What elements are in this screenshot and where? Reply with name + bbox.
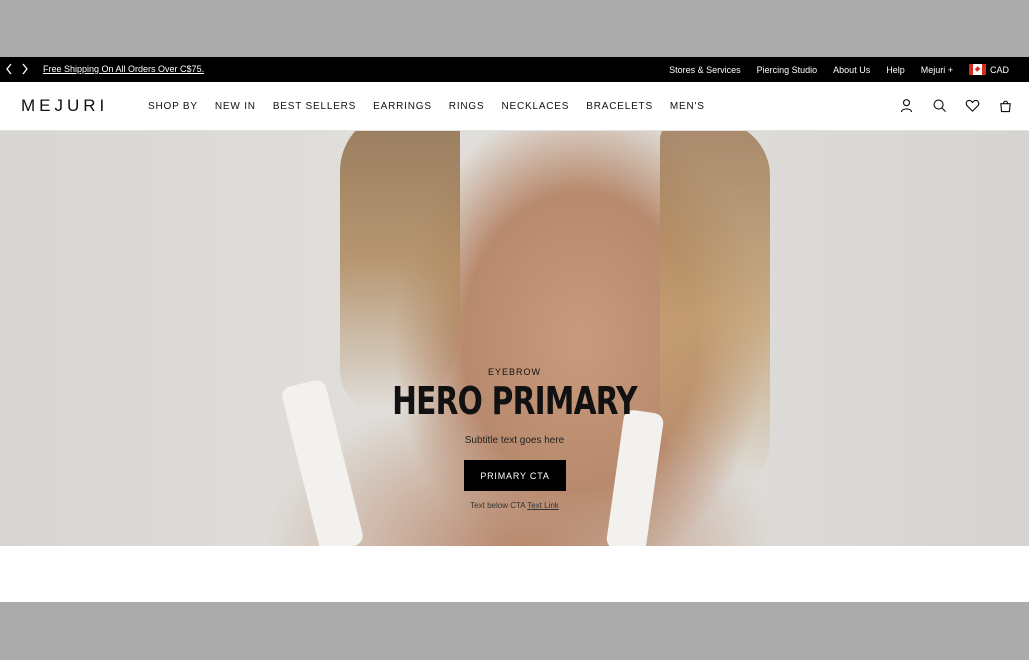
account-icon[interactable] — [899, 98, 914, 113]
main-header: MEJURI SHOP BY NEW IN BEST SELLERS EARRI… — [0, 82, 1029, 131]
hero-eyebrow: EYEBROW — [487, 367, 541, 377]
brand-logo[interactable]: MEJURI — [21, 96, 108, 116]
util-link-stores-services[interactable]: Stores & Services — [669, 65, 741, 75]
util-link-piercing-studio[interactable]: Piercing Studio — [757, 65, 818, 75]
nav-item-rings[interactable]: RINGS — [449, 101, 485, 112]
canada-flag-icon — [968, 64, 986, 75]
hero-content: EYEBROW HERO PRIMARY Subtitle text goes … — [0, 131, 1029, 546]
primary-nav: SHOP BY NEW IN BEST SELLERS EARRINGS RIN… — [148, 101, 705, 112]
nav-item-best-sellers[interactable]: BEST SELLERS — [273, 101, 356, 112]
util-link-mejuri-plus[interactable]: Mejuri + — [921, 65, 953, 75]
nav-item-shop-by[interactable]: SHOP BY — [148, 101, 198, 112]
hero-banner: EYEBROW HERO PRIMARY Subtitle text goes … — [0, 131, 1029, 546]
promo-arrows — [4, 62, 30, 76]
hero-title: HERO PRIMARY — [392, 379, 637, 423]
utility-nav: Stores & Services Piercing Studio About … — [669, 64, 1009, 75]
chevron-left-icon[interactable] — [4, 62, 14, 76]
primary-cta-button[interactable]: PRIMARY CTA — [464, 460, 566, 491]
bag-icon[interactable] — [998, 98, 1013, 113]
promo-bar: Free Shipping On All Orders Over C$75. S… — [0, 57, 1029, 82]
below-cta-label: Text below CTA — [470, 501, 526, 510]
below-cta-text: Text below CTA Text Link — [0, 501, 1029, 510]
nav-item-mens[interactable]: MEN'S — [670, 101, 705, 112]
currency-label: CAD — [989, 64, 1009, 75]
hero-subtitle: Subtitle text goes here — [464, 435, 565, 446]
bottom-placeholder — [0, 602, 1029, 660]
currency-selector[interactable]: CAD — [968, 64, 1009, 75]
content-spacer — [0, 546, 1029, 602]
nav-item-new-in[interactable]: NEW IN — [215, 101, 256, 112]
chevron-right-icon[interactable] — [20, 62, 30, 76]
below-cta-link[interactable]: Text Link — [527, 501, 559, 510]
nav-item-necklaces[interactable]: NECKLACES — [501, 101, 569, 112]
nav-item-bracelets[interactable]: BRACELETS — [586, 101, 653, 112]
util-link-help[interactable]: Help — [886, 65, 905, 75]
heart-icon[interactable] — [965, 98, 980, 113]
header-icons — [899, 98, 1013, 113]
free-shipping-link[interactable]: Free Shipping On All Orders Over C$75. — [43, 64, 204, 74]
top-placeholder — [0, 0, 1029, 57]
search-icon[interactable] — [932, 98, 947, 113]
util-link-about-us[interactable]: About Us — [833, 65, 870, 75]
nav-item-earrings[interactable]: EARRINGS — [373, 101, 432, 112]
